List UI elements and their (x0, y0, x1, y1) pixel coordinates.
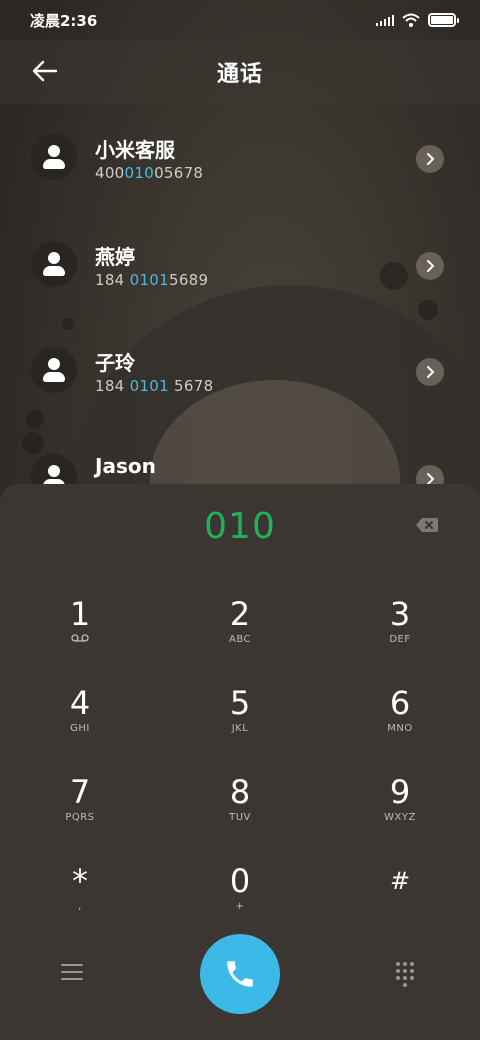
list-item[interactable]: Jason (0, 424, 480, 484)
dialed-number: 010 (204, 506, 276, 547)
menu-icon[interactable] (61, 964, 83, 982)
key-7[interactable]: 7 PQRS (25, 774, 135, 854)
key-5[interactable]: 5 JKL (185, 685, 295, 765)
avatar (31, 347, 77, 393)
contact-name: Jason (95, 454, 156, 478)
dialer-bottom-bar (0, 934, 480, 1014)
contact-name: 小米客服 (95, 138, 175, 162)
dialer-panel: 010 1 2 ABC 3 DEF 4 GHI 5 JKL 6 MNO 7 PQR (0, 484, 480, 1040)
chevron-right-icon[interactable] (416, 252, 444, 280)
phone-icon (227, 961, 253, 987)
list-item[interactable]: 燕婷 184 01015689 (0, 211, 480, 317)
avatar (31, 134, 77, 180)
contact-name: 子玲 (95, 351, 135, 375)
contact-number: 184 01015689 (95, 271, 209, 289)
key-hash[interactable]: # (345, 863, 455, 943)
contact-suggestion-list: 小米客服 40001005678 燕婷 184 01015689 子玲 184 … (0, 104, 480, 484)
key-3[interactable]: 3 DEF (345, 596, 455, 676)
chevron-right-icon[interactable] (416, 465, 444, 484)
arrow-left-icon[interactable] (30, 58, 60, 84)
avatar (31, 454, 77, 484)
call-button[interactable] (200, 934, 280, 1014)
wifi-icon (402, 13, 420, 27)
contact-number: 184 0101 5678 (95, 377, 214, 395)
battery-icon (428, 13, 459, 27)
voicemail-icon (25, 634, 135, 646)
backspace-icon[interactable] (415, 517, 439, 533)
status-bar: 凌晨2:36 (0, 0, 480, 40)
list-item[interactable]: 小米客服 40001005678 (0, 104, 480, 210)
list-item[interactable]: 子玲 184 0101 5678 (0, 317, 480, 423)
page-title: 通话 (216, 62, 263, 87)
key-0[interactable]: 0 + (185, 863, 295, 943)
status-time: 凌晨2:36 (30, 11, 98, 30)
signal-icon (376, 14, 394, 26)
contact-name: 燕婷 (95, 245, 135, 269)
chevron-right-icon[interactable] (416, 358, 444, 386)
avatar (31, 241, 77, 287)
chevron-right-icon[interactable] (416, 145, 444, 173)
key-star[interactable]: *, (25, 863, 135, 943)
contact-number: 40001005678 (95, 164, 204, 182)
key-9[interactable]: 9 WXYZ (345, 774, 455, 854)
key-8[interactable]: 8 TUV (185, 774, 295, 854)
key-1[interactable]: 1 (25, 596, 135, 676)
key-4[interactable]: 4 GHI (25, 685, 135, 765)
key-2[interactable]: 2 ABC (185, 596, 295, 676)
dialpad-icon[interactable] (396, 962, 418, 988)
app-header: 通话 (0, 40, 480, 104)
key-6[interactable]: 6 MNO (345, 685, 455, 765)
